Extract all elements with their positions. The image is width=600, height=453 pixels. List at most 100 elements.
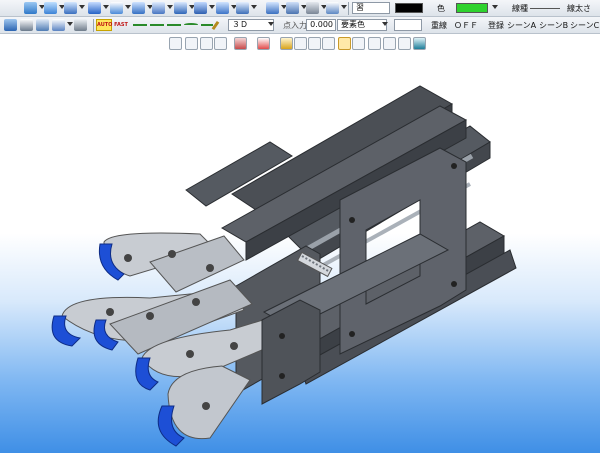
front-clamp bbox=[261, 299, 321, 405]
finger-lower-link-2 bbox=[167, 365, 251, 440]
table-icon[interactable] bbox=[306, 2, 319, 14]
fast-button[interactable]: FAST bbox=[113, 19, 129, 31]
clamp-bolt-1 bbox=[279, 333, 285, 339]
layer-value: 習 bbox=[356, 3, 364, 12]
spline-tool-icon[interactable] bbox=[201, 24, 213, 26]
element-color-select[interactable]: 要素色 bbox=[337, 19, 387, 31]
finger-upper-joint-3 bbox=[206, 264, 214, 272]
toolbar-separator bbox=[348, 2, 349, 15]
zoom-fit-icon[interactable] bbox=[185, 37, 198, 50]
dimension-dropdown-icon[interactable] bbox=[67, 22, 73, 26]
chamfer-dropdown-icon[interactable] bbox=[167, 5, 173, 9]
open-file-icon[interactable] bbox=[44, 2, 57, 14]
overlap-state[interactable]: ＯＦＦ bbox=[454, 20, 478, 31]
wireframe-view-icon[interactable] bbox=[368, 37, 381, 50]
drawing-icon[interactable] bbox=[326, 2, 339, 14]
linewidth-preview[interactable] bbox=[530, 8, 560, 9]
finger-middle-joint-3 bbox=[192, 298, 200, 306]
clamp-plate bbox=[261, 299, 321, 405]
picture-icon[interactable] bbox=[36, 19, 49, 31]
mode-value: ３Ｄ bbox=[232, 20, 248, 29]
revolve-dropdown-icon[interactable] bbox=[125, 5, 131, 9]
point-input-value: 0.000 bbox=[310, 20, 333, 29]
mirror-dropdown-icon[interactable] bbox=[251, 5, 257, 9]
top-view-icon[interactable] bbox=[294, 37, 307, 50]
view-toolbar bbox=[0, 34, 600, 54]
mirror-icon[interactable] bbox=[236, 2, 249, 14]
box-solid-dropdown-icon[interactable] bbox=[79, 5, 85, 9]
plate-bolt-1 bbox=[349, 217, 355, 223]
shell-icon[interactable] bbox=[174, 2, 187, 14]
model-viewport[interactable] bbox=[0, 54, 600, 453]
hole-dropdown-icon[interactable] bbox=[209, 5, 215, 9]
arc-tool-icon[interactable] bbox=[184, 23, 198, 26]
monitor-view-icon[interactable] bbox=[413, 37, 426, 50]
fill-color-swatch[interactable] bbox=[456, 3, 488, 13]
shaded-view-icon[interactable] bbox=[352, 37, 365, 50]
element-color-swatch[interactable] bbox=[394, 19, 422, 31]
fill-color-dropdown-icon[interactable] bbox=[492, 5, 498, 9]
revolve-icon[interactable] bbox=[110, 2, 123, 14]
grid-view-icon[interactable] bbox=[383, 37, 396, 50]
clamp-bolt-2 bbox=[279, 373, 285, 379]
overlap-label: 重線 bbox=[431, 21, 447, 30]
front-view-icon[interactable] bbox=[280, 37, 293, 50]
main-toolbar: 習 色 線種 線太さ bbox=[0, 0, 600, 17]
scene-c-button[interactable]: シーンC bbox=[570, 20, 599, 31]
back-view-icon[interactable] bbox=[322, 37, 335, 50]
finger-lower-joint-3 bbox=[202, 402, 210, 410]
pan-view-icon[interactable] bbox=[214, 37, 227, 50]
element-color-label: 要素色 bbox=[341, 20, 365, 29]
element-color-dropdown-icon[interactable] bbox=[382, 22, 388, 26]
linetype-label: 線種 bbox=[512, 4, 528, 13]
finger-lower-joint-2 bbox=[230, 342, 238, 350]
point-input-label: 点入力 bbox=[283, 21, 307, 30]
chamfer-icon[interactable] bbox=[152, 2, 165, 14]
pattern-icon[interactable] bbox=[216, 2, 229, 14]
box-solid-icon[interactable] bbox=[64, 2, 77, 14]
scene-a-button[interactable]: シーンA bbox=[507, 20, 536, 31]
point-input-field[interactable]: 0.000 bbox=[306, 19, 336, 31]
side-view-icon[interactable] bbox=[308, 37, 321, 50]
extrude-icon[interactable] bbox=[88, 2, 101, 14]
display-icon[interactable] bbox=[74, 19, 87, 31]
snapshot-icon[interactable] bbox=[20, 19, 33, 31]
plate-bolt-4 bbox=[451, 281, 457, 287]
finger-upper-joint-2 bbox=[168, 250, 176, 258]
layout-view-icon[interactable] bbox=[398, 37, 411, 50]
line-color-swatch[interactable] bbox=[395, 3, 423, 13]
mode-dropdown-icon[interactable] bbox=[268, 22, 274, 26]
linewidth-label: 線太さ bbox=[567, 4, 591, 13]
line-tool-icon[interactable] bbox=[133, 24, 147, 26]
part-icon[interactable] bbox=[286, 2, 299, 14]
finger-middle-joint-1 bbox=[106, 308, 114, 316]
fillet-icon[interactable] bbox=[132, 2, 145, 14]
color-label: 色 bbox=[437, 4, 445, 13]
auto-label: AUTO bbox=[97, 22, 113, 28]
scene-b-button[interactable]: シーンB bbox=[539, 20, 568, 31]
drawing-dropdown-icon[interactable] bbox=[341, 5, 347, 9]
fast-label: FAST bbox=[114, 22, 128, 28]
auto-button[interactable]: AUTO bbox=[96, 19, 112, 31]
hole-icon[interactable] bbox=[194, 2, 207, 14]
dimension-icon[interactable] bbox=[52, 19, 65, 31]
polyline-tool-icon[interactable] bbox=[167, 24, 181, 26]
register-button[interactable]: 登録 bbox=[488, 20, 504, 31]
zoom-window-icon[interactable] bbox=[169, 37, 182, 50]
finger-lower-joint-1 bbox=[186, 350, 194, 358]
extrude-dropdown-icon[interactable] bbox=[103, 5, 109, 9]
gripper-model bbox=[51, 85, 517, 447]
rotate-view-icon[interactable] bbox=[200, 37, 213, 50]
toolbar-separator bbox=[93, 19, 94, 32]
section-view-icon[interactable] bbox=[234, 37, 247, 50]
new-file-icon[interactable] bbox=[24, 2, 37, 14]
assembly-icon[interactable] bbox=[266, 2, 279, 14]
iso-view-icon[interactable] bbox=[338, 37, 351, 50]
save-icon[interactable] bbox=[4, 19, 17, 31]
line-tool-icon[interactable] bbox=[150, 24, 164, 26]
pen-tool-icon[interactable] bbox=[211, 20, 220, 31]
car-view-icon[interactable] bbox=[257, 37, 270, 50]
secondary-toolbar: AUTO FAST ３Ｄ 点入力 0.000 要素色 重線 ＯＦＦ 登録 シーン… bbox=[0, 17, 600, 34]
layer-select[interactable]: 習 bbox=[352, 2, 390, 14]
finger-middle-joint-2 bbox=[146, 312, 154, 320]
